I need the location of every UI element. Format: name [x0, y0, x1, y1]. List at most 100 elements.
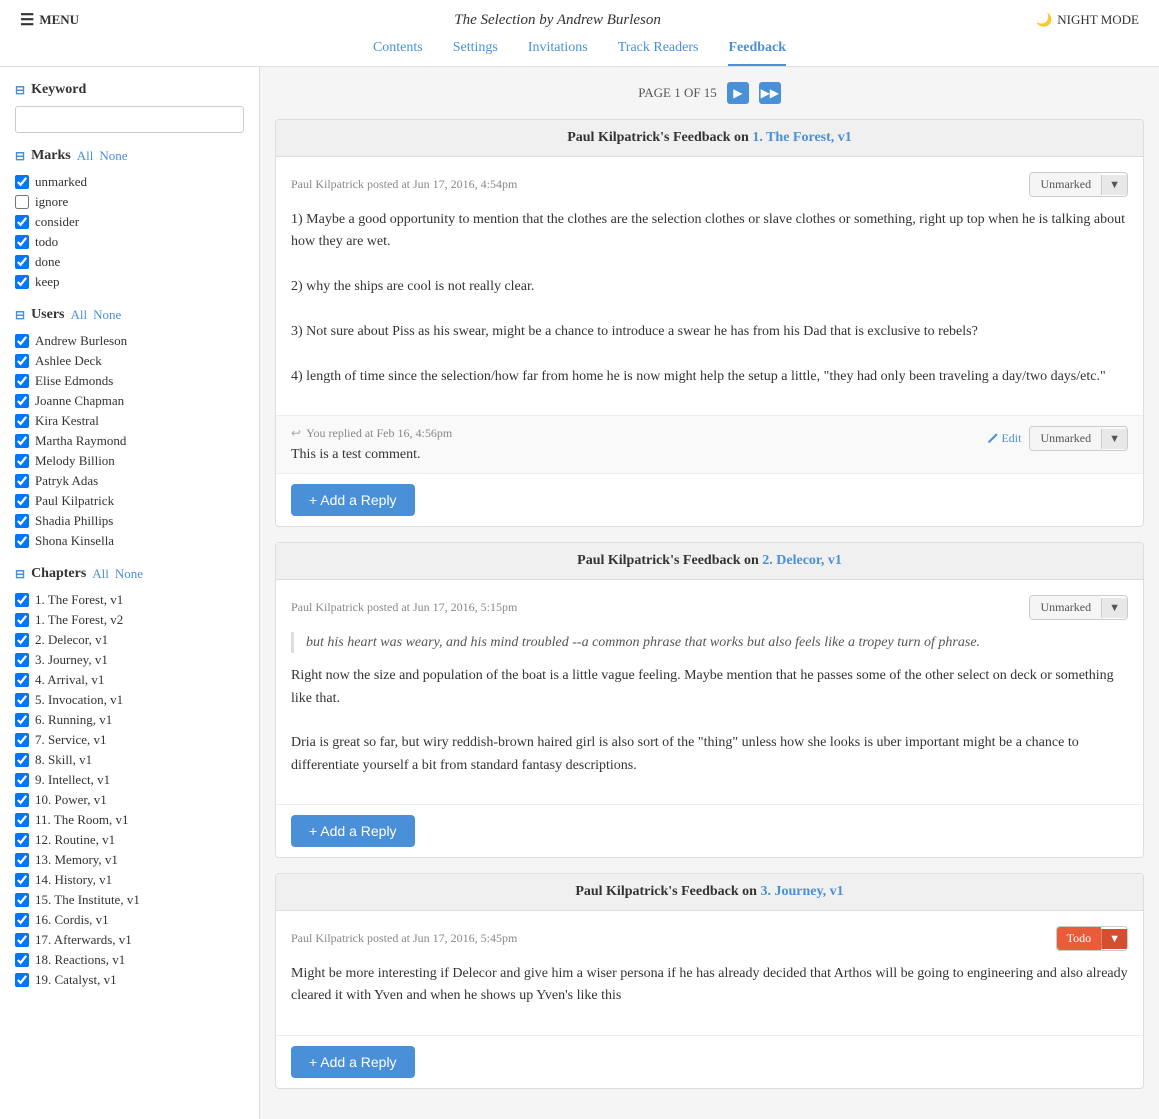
chapter-6v1-checkbox[interactable]: [15, 713, 29, 727]
keyword-input[interactable]: [15, 106, 244, 133]
user-melody-checkbox[interactable]: [15, 454, 29, 468]
card-3-mark-dropdown[interactable]: Todo ▼: [1056, 926, 1128, 951]
night-mode-button[interactable]: 🌙 NIGHT MODE: [1036, 12, 1139, 28]
card-3-add-reply-bar: + Add a Reply: [276, 1035, 1143, 1088]
card-3-add-reply-button[interactable]: + Add a Reply: [291, 1046, 415, 1078]
mark-unmarked-label: unmarked: [35, 174, 87, 190]
card-2-mark-label: Unmarked: [1030, 596, 1101, 619]
chapter-2v1-label: 2. Delecor, v1: [35, 632, 108, 648]
chapter-16v1-checkbox[interactable]: [15, 913, 29, 927]
list-item: unmarked: [15, 172, 244, 192]
card-1-reply-content: ↩ You replied at Feb 16, 4:56pm This is …: [291, 426, 452, 463]
menu-button[interactable]: ☰ MENU: [20, 10, 79, 30]
card-3-header-author: Paul Kilpatrick's Feedback on: [575, 884, 760, 899]
users-list: Andrew Burleson Ashlee Deck Elise Edmond…: [15, 331, 244, 551]
card-1-chapter-link[interactable]: 1. The Forest, v1: [752, 130, 851, 145]
mark-ignore-checkbox[interactable]: [15, 195, 29, 209]
card-1-mark-dropdown[interactable]: Unmarked ▼: [1029, 172, 1128, 197]
book-title-text: The Selection by Andrew Burleson: [454, 12, 661, 28]
tab-invitations[interactable]: Invitations: [528, 40, 588, 66]
users-all-link[interactable]: All: [71, 307, 88, 323]
chapters-none-link[interactable]: None: [115, 566, 143, 582]
chapter-8v1-checkbox[interactable]: [15, 753, 29, 767]
chapter-4v1-checkbox[interactable]: [15, 673, 29, 687]
chapter-1v2-checkbox[interactable]: [15, 613, 29, 627]
chapter-15v1-checkbox[interactable]: [15, 893, 29, 907]
list-item: Andrew Burleson: [15, 331, 244, 351]
users-none-link[interactable]: None: [93, 307, 121, 323]
page-next-button[interactable]: ▶: [727, 82, 749, 104]
list-item: Ashlee Deck: [15, 351, 244, 371]
card-2-chapter-link[interactable]: 2. Delecor, v1: [762, 553, 842, 568]
mark-done-checkbox[interactable]: [15, 255, 29, 269]
marks-all-link[interactable]: All: [77, 148, 94, 164]
chapter-1v1-checkbox[interactable]: [15, 593, 29, 607]
tab-track-readers[interactable]: Track Readers: [618, 40, 699, 66]
list-item: 6. Running, v1: [15, 710, 244, 730]
chapter-6v1-label: 6. Running, v1: [35, 712, 112, 728]
card-1-edit-button[interactable]: Edit: [986, 431, 1021, 446]
user-ashlee-checkbox[interactable]: [15, 354, 29, 368]
chapter-13v1-checkbox[interactable]: [15, 853, 29, 867]
list-item: 12. Routine, v1: [15, 830, 244, 850]
user-patryk-checkbox[interactable]: [15, 474, 29, 488]
card-2-mark-dropdown[interactable]: Unmarked ▼: [1029, 595, 1128, 620]
chapter-19v1-checkbox[interactable]: [15, 973, 29, 987]
page-last-button[interactable]: ▶▶: [759, 82, 781, 104]
chapter-9v1-checkbox[interactable]: [15, 773, 29, 787]
chapter-14v1-label: 14. History, v1: [35, 872, 112, 888]
user-elise-checkbox[interactable]: [15, 374, 29, 388]
card-3-header: Paul Kilpatrick's Feedback on 3. Journey…: [276, 874, 1143, 911]
chapter-5v1-checkbox[interactable]: [15, 693, 29, 707]
keyword-collapse-icon[interactable]: ⊟: [15, 83, 25, 98]
mark-todo-checkbox[interactable]: [15, 235, 29, 249]
chapter-2v1-checkbox[interactable]: [15, 633, 29, 647]
tab-contents[interactable]: Contents: [373, 40, 423, 66]
list-item: 13. Memory, v1: [15, 850, 244, 870]
card-1-reply-time: You replied at Feb 16, 4:56pm: [306, 426, 452, 441]
list-item: Patryk Adas: [15, 471, 244, 491]
mark-consider-checkbox[interactable]: [15, 215, 29, 229]
marks-collapse-icon[interactable]: ⊟: [15, 149, 25, 164]
users-collapse-icon[interactable]: ⊟: [15, 308, 25, 323]
card-1-reply-text: This is a test comment.: [291, 447, 452, 463]
user-joanne-checkbox[interactable]: [15, 394, 29, 408]
chapter-7v1-checkbox[interactable]: [15, 733, 29, 747]
chapter-3v1-checkbox[interactable]: [15, 653, 29, 667]
user-martha-checkbox[interactable]: [15, 434, 29, 448]
user-shadia-label: Shadia Phillips: [35, 513, 113, 529]
chapter-15v1-label: 15. The Institute, v1: [35, 892, 140, 908]
chapters-all-link[interactable]: All: [92, 566, 109, 582]
card-3-chapter-link[interactable]: 3. Journey, v1: [760, 884, 843, 899]
user-shadia-checkbox[interactable]: [15, 514, 29, 528]
list-item: 14. History, v1: [15, 870, 244, 890]
mark-unmarked-checkbox[interactable]: [15, 175, 29, 189]
card-2-header-author: Paul Kilpatrick's Feedback on: [577, 553, 762, 568]
chapter-12v1-checkbox[interactable]: [15, 833, 29, 847]
chapters-collapse-icon[interactable]: ⊟: [15, 567, 25, 582]
mark-keep-checkbox[interactable]: [15, 275, 29, 289]
chapter-10v1-checkbox[interactable]: [15, 793, 29, 807]
user-andrew-checkbox[interactable]: [15, 334, 29, 348]
chapters-title: Chapters: [31, 566, 86, 582]
user-paul-checkbox[interactable]: [15, 494, 29, 508]
user-martha-label: Martha Raymond: [35, 433, 126, 449]
user-shona-checkbox[interactable]: [15, 534, 29, 548]
marks-none-link[interactable]: None: [99, 148, 127, 164]
pagination: PAGE 1 OF 15 ▶ ▶▶: [275, 82, 1144, 104]
user-kira-checkbox[interactable]: [15, 414, 29, 428]
user-elise-label: Elise Edmonds: [35, 373, 113, 389]
tab-settings[interactable]: Settings: [453, 40, 498, 66]
chapter-18v1-checkbox[interactable]: [15, 953, 29, 967]
mark-ignore-label: ignore: [35, 194, 68, 210]
chapter-11v1-checkbox[interactable]: [15, 813, 29, 827]
list-item: 1. The Forest, v1: [15, 590, 244, 610]
chapter-14v1-checkbox[interactable]: [15, 873, 29, 887]
card-2-add-reply-button[interactable]: + Add a Reply: [291, 815, 415, 847]
chapter-16v1-label: 16. Cordis, v1: [35, 912, 109, 928]
card-1-reply-mark-dropdown[interactable]: Unmarked ▼: [1029, 426, 1128, 451]
tab-feedback[interactable]: Feedback: [728, 40, 786, 66]
chapter-17v1-checkbox[interactable]: [15, 933, 29, 947]
list-item: keep: [15, 272, 244, 292]
card-1-add-reply-button[interactable]: + Add a Reply: [291, 484, 415, 516]
